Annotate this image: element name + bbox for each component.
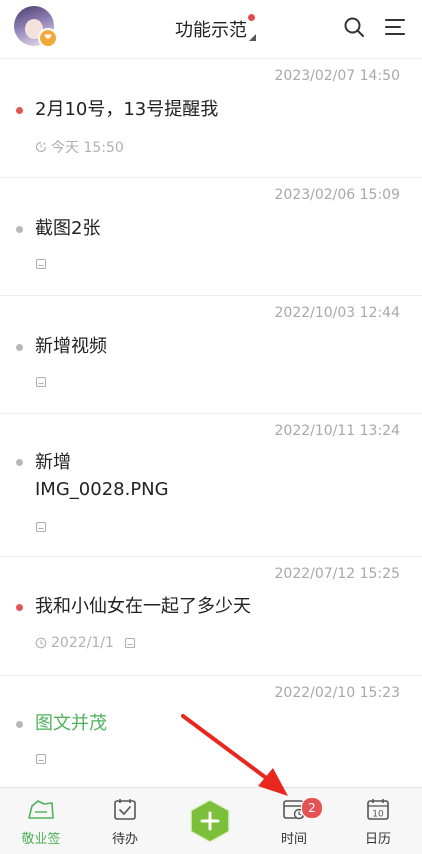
note-title: 截图2张 [35,218,101,239]
title-unread-dot [248,14,255,21]
reminder-time: 今天 15:50 [51,140,124,156]
note-title: 2月10号，13号提醒我 [35,99,219,120]
note-home-icon [28,800,54,819]
note-priority-dot [16,344,23,351]
tab-label: 时间 [280,832,307,847]
note-meta [35,258,47,270]
todo-check-icon [114,799,136,820]
note-item[interactable]: 2022/10/11 13:24 新增 IMG_0028.PNG [0,414,422,557]
note-meta [35,376,47,388]
note-priority-dot [16,721,23,728]
note-item[interactable]: 2022/07/12 15:25 我和小仙女在一起了多少天 2022/1/1 [0,557,422,676]
note-meta [35,753,47,765]
menu-icon[interactable] [384,16,406,38]
note-timestamp: 2022/02/10 15:23 [274,685,401,701]
note-timestamp: 2022/07/12 15:25 [274,566,401,582]
attachment-icon [124,637,135,649]
calendar-icon: 10 [367,799,389,820]
note-title: 图文并茂 [35,713,107,734]
note-title-line-1: 新增 [35,452,71,473]
note-title-line-2: IMG_0028.PNG [35,479,169,500]
note-timestamp: 2022/10/03 12:44 [274,305,401,321]
add-note-button[interactable] [189,799,231,843]
note-list: 2023/02/07 14:50 2月10号，13号提醒我 今天 15:50 2… [0,59,422,786]
tab-todo[interactable]: 待办 [90,798,160,847]
tab-label: 敬业签 [21,832,61,847]
search-icon[interactable] [343,16,365,38]
calendar-day-number: 10 [372,810,384,820]
note-item[interactable]: 2022/10/03 12:44 新增视频 [0,296,422,414]
tab-notes[interactable]: 敬业签 [6,798,76,847]
note-meta [35,521,47,533]
note-priority-dot [16,226,23,233]
page-title-wrap[interactable]: 功能示范 [175,14,256,42]
attachment-icon [35,376,47,388]
attachment-icon [35,258,47,270]
note-title: 新增视频 [35,336,107,357]
note-timestamp: 2023/02/07 14:50 [274,68,401,84]
top-bar: ❤ 功能示范 [0,0,422,59]
page-title: 功能示范 [175,20,247,41]
attachment-icon [35,521,47,533]
note-priority-dot [16,604,23,611]
note-item[interactable]: 2023/02/06 15:09 截图2张 [0,178,422,296]
note-title: 我和小仙女在一起了多少天 [35,596,251,617]
reminder-clock-icon [35,141,47,153]
time-count-badge: 2 [301,797,323,819]
note-meta: 2022/1/1 [35,635,136,651]
countdown-date: 2022/1/1 [51,635,114,651]
clock-icon [35,637,47,649]
bottom-tab-bar: 敬业签 待办 时间 2 10 日历 [0,787,422,854]
note-priority-dot [16,107,23,114]
tab-calendar[interactable]: 10 日历 [343,798,413,847]
note-item[interactable]: 2023/02/07 14:50 2月10号，13号提醒我 今天 15:50 [0,59,422,178]
tab-label: 待办 [111,832,138,847]
note-item[interactable]: 2022/02/10 15:23 图文并茂 [0,676,422,786]
note-timestamp: 2022/10/11 13:24 [274,423,401,439]
tab-label: 日历 [364,832,391,847]
attachment-icon [35,753,47,765]
note-priority-dot [16,459,23,466]
note-meta: 今天 15:50 [35,137,124,157]
title-dropdown-icon [249,34,256,41]
note-timestamp: 2023/02/06 15:09 [274,187,401,203]
